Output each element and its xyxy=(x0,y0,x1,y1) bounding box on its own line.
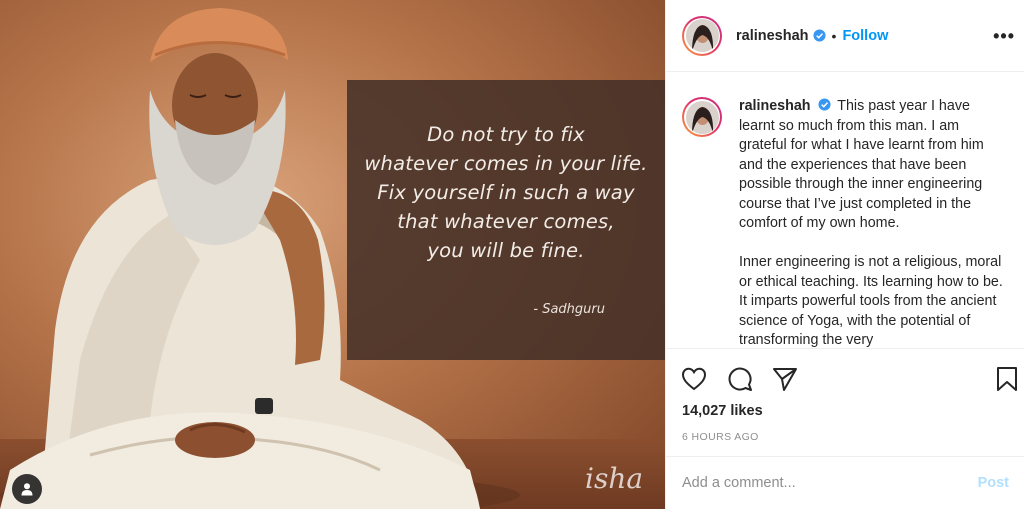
heart-icon[interactable] xyxy=(680,365,708,393)
isha-watermark: isha xyxy=(585,462,644,495)
quote-line: whatever comes in your life. xyxy=(364,152,648,175)
caption-avatar xyxy=(685,100,719,134)
separator-dot: • xyxy=(831,27,837,44)
quote-line: that whatever comes, xyxy=(397,210,615,233)
bookmark-icon[interactable] xyxy=(993,365,1021,393)
post-sidebar: ralineshah • Follow ••• ralineshah This … xyxy=(665,0,1024,509)
caption: ralineshah This past year I have learnt … xyxy=(666,73,1024,348)
comment-input[interactable] xyxy=(682,475,978,491)
caption-body: ralineshah This past year I have learnt … xyxy=(739,97,1009,348)
quote-author: - Sadhguru xyxy=(533,302,605,317)
post-actions: 14,027 likes 6 HOURS AGO xyxy=(666,348,1024,456)
quote-text: Do not try to fix whatever comes in your… xyxy=(347,120,665,265)
post-comment-button[interactable]: Post xyxy=(978,475,1009,491)
post-header: ralineshah • Follow ••• xyxy=(666,0,1024,72)
caption-story-ring[interactable] xyxy=(682,97,722,137)
header-username[interactable]: ralineshah xyxy=(736,28,809,44)
comment-icon[interactable] xyxy=(726,365,754,393)
tag-user-icon xyxy=(21,483,33,496)
share-icon[interactable] xyxy=(771,365,799,393)
quote-panel: Do not try to fix whatever comes in your… xyxy=(347,80,665,360)
story-ring[interactable] xyxy=(682,15,722,56)
avatar xyxy=(685,19,719,52)
post-timestamp[interactable]: 6 HOURS AGO xyxy=(682,431,759,443)
verified-icon xyxy=(817,98,831,111)
follow-button[interactable]: Follow xyxy=(842,28,888,44)
likes-count[interactable]: 14,027 likes xyxy=(682,403,763,419)
quote-line: Fix yourself in such a way xyxy=(377,181,635,204)
comment-bar: Post xyxy=(666,456,1024,509)
caption-username[interactable]: ralineshah xyxy=(739,98,811,114)
tagged-users-button[interactable] xyxy=(12,474,42,504)
quote-line: you will be fine. xyxy=(427,239,585,262)
caption-text: This past year I have learnt so much fro… xyxy=(739,98,984,231)
post-image[interactable]: Do not try to fix whatever comes in your… xyxy=(0,0,665,509)
quote-line: Do not try to fix xyxy=(427,123,585,146)
caption-text-paragraph-2: Inner engineering is not a religious, mo… xyxy=(739,254,1003,348)
verified-icon xyxy=(812,29,826,42)
more-options-icon[interactable]: ••• xyxy=(993,26,1015,47)
